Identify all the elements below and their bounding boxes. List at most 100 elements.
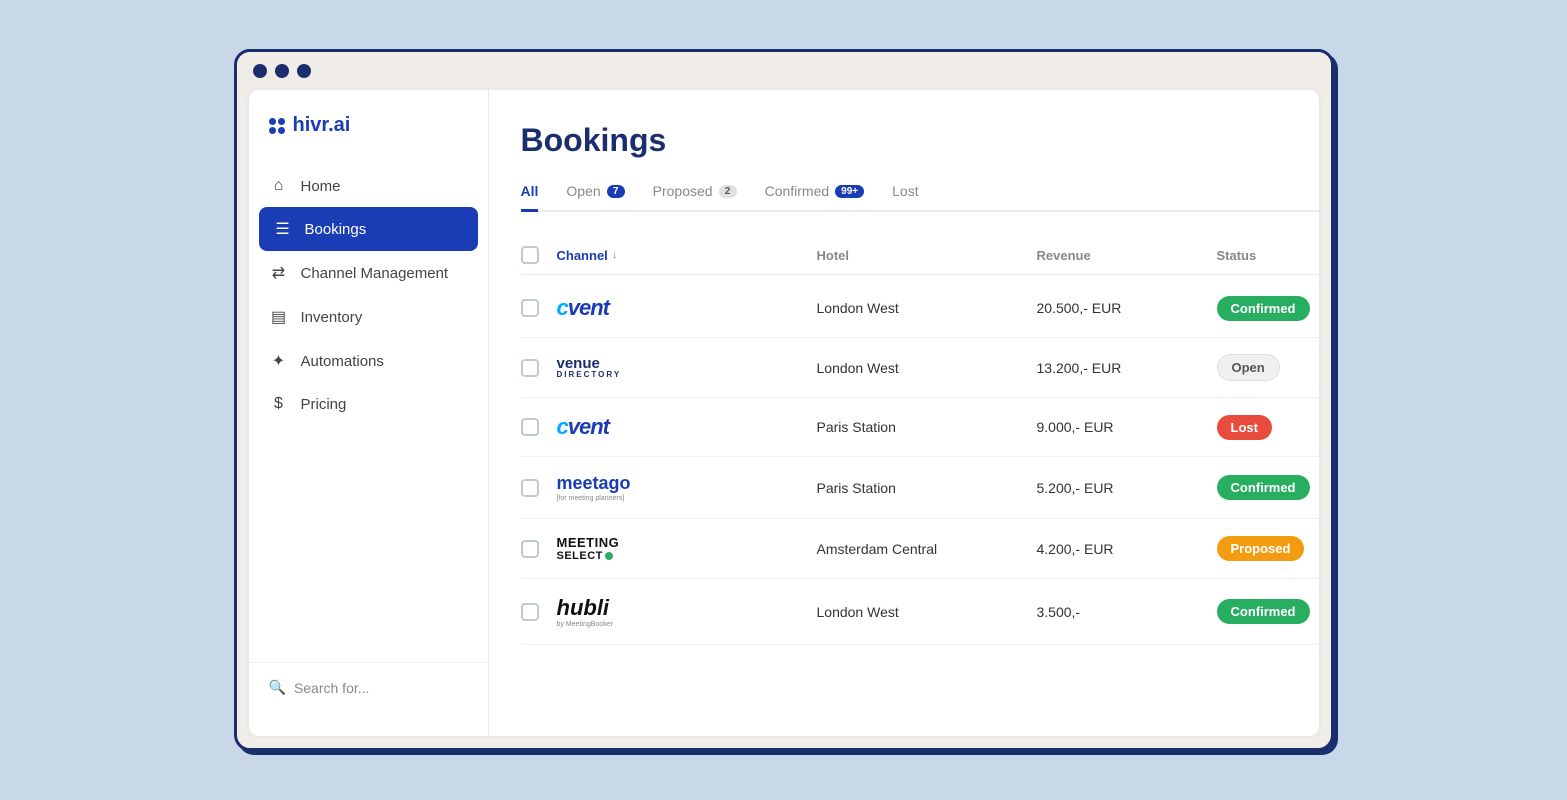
venue-directory-logo: venue DIRECTORY xyxy=(557,356,817,379)
bookings-table: Channel ↓ Hotel Revenue Status xyxy=(521,236,1321,645)
row-3-revenue: 9.000,- EUR xyxy=(1037,419,1217,435)
select-all-checkbox[interactable] xyxy=(521,246,539,264)
tab-all[interactable]: All xyxy=(521,183,539,212)
ms-dot xyxy=(605,552,613,560)
row-4-status: Confirmed xyxy=(1217,475,1321,500)
sidebar-item-home-label: Home xyxy=(301,178,341,195)
row-1-hotel: London West xyxy=(817,300,1037,316)
inventory-icon: ▤ xyxy=(269,307,289,327)
status-badge-proposed: Proposed xyxy=(1217,536,1305,561)
tab-all-label: All xyxy=(521,183,539,199)
tab-confirmed-label: Confirmed xyxy=(765,183,830,199)
cvent-logo-2: cvent xyxy=(557,414,610,439)
status-badge-confirmed: Confirmed xyxy=(1217,296,1310,321)
status-badge-lost: Lost xyxy=(1217,415,1272,440)
sidebar-item-pricing[interactable]: $ Pricing xyxy=(249,383,488,425)
browser-frame: hivr.ai ⌂ Home ☰ Bookings ⇄ Channel Mana… xyxy=(234,49,1334,751)
row-3-hotel: Paris Station xyxy=(817,419,1037,435)
row-5-revenue: 4.200,- EUR xyxy=(1037,541,1217,557)
row-3-channel: cvent xyxy=(557,414,817,440)
sidebar-item-inventory[interactable]: ▤ Inventory xyxy=(249,295,488,339)
row-5-status: Proposed xyxy=(1217,536,1321,561)
logo-text: hivr.ai xyxy=(293,114,351,137)
row-5-channel: MEETING SELECT xyxy=(557,535,817,562)
row-3-status: Lost xyxy=(1217,415,1321,440)
row-4-channel: meetago [for meeting planners] xyxy=(557,473,817,502)
table-header: Channel ↓ Hotel Revenue Status xyxy=(521,236,1321,275)
tab-open-label: Open xyxy=(566,183,600,199)
row-6-channel: hubli by MeetingBooker xyxy=(557,595,817,628)
sidebar-nav: ⌂ Home ☰ Bookings ⇄ Channel Management ▤… xyxy=(249,165,488,425)
table-row[interactable]: MEETING SELECT Amsterdam Central 4.200,-… xyxy=(521,519,1321,579)
row-2-hotel: London West xyxy=(817,360,1037,376)
tabs-bar: All Open 7 Proposed 2 Confirmed 99+ Lost xyxy=(521,183,1321,212)
sidebar-item-automations[interactable]: ✦ Automations xyxy=(249,339,488,383)
browser-dot-2 xyxy=(275,64,289,78)
sidebar-item-channel-label: Channel Management xyxy=(301,265,449,282)
tab-confirmed-badge: 99+ xyxy=(835,185,864,198)
tab-lost-label: Lost xyxy=(892,183,918,199)
table-row[interactable]: meetago [for meeting planners] Paris Sta… xyxy=(521,457,1321,519)
tab-proposed-badge: 2 xyxy=(719,185,737,198)
header-checkbox[interactable] xyxy=(521,246,557,264)
row-3-checkbox[interactable] xyxy=(521,418,557,436)
meetago-logo: meetago [for meeting planners] xyxy=(557,473,817,502)
header-revenue: Revenue xyxy=(1037,248,1217,263)
row-6-status: Confirmed xyxy=(1217,599,1321,624)
logo-icon xyxy=(269,118,285,134)
search-placeholder: Search for... xyxy=(294,680,369,696)
sidebar-item-pricing-label: Pricing xyxy=(301,396,347,413)
tab-proposed[interactable]: Proposed 2 xyxy=(653,183,737,212)
tab-proposed-label: Proposed xyxy=(653,183,713,199)
row-1-status: Confirmed xyxy=(1217,296,1321,321)
logo: hivr.ai xyxy=(249,114,488,165)
row-6-checkbox[interactable] xyxy=(521,603,557,621)
row-6-revenue: 3.500,- xyxy=(1037,604,1217,620)
table-row[interactable]: cvent Paris Station 9.000,- EUR Lost ··· xyxy=(521,398,1321,457)
home-icon: ⌂ xyxy=(269,177,289,195)
browser-dot-1 xyxy=(253,64,267,78)
row-1-checkbox[interactable] xyxy=(521,299,557,317)
pricing-icon: $ xyxy=(269,395,289,413)
header-channel[interactable]: Channel ↓ xyxy=(557,248,817,263)
tab-open-badge: 7 xyxy=(607,185,625,198)
sidebar-item-bookings-label: Bookings xyxy=(305,221,367,238)
row-5-hotel: Amsterdam Central xyxy=(817,541,1037,557)
browser-titlebar xyxy=(237,52,1331,78)
table-row[interactable]: hubli by MeetingBooker London West 3.500… xyxy=(521,579,1321,645)
tab-open[interactable]: Open 7 xyxy=(566,183,624,212)
page-title: Bookings xyxy=(521,122,1321,159)
automations-icon: ✦ xyxy=(269,351,289,371)
sidebar-item-channel-management[interactable]: ⇄ Channel Management xyxy=(249,251,488,295)
row-2-checkbox[interactable] xyxy=(521,359,557,377)
row-4-checkbox[interactable] xyxy=(521,479,557,497)
status-badge-confirmed-3: Confirmed xyxy=(1217,599,1310,624)
status-badge-confirmed-2: Confirmed xyxy=(1217,475,1310,500)
row-2-status: Open xyxy=(1217,354,1321,381)
row-2-channel: venue DIRECTORY xyxy=(557,356,817,379)
sidebar-search[interactable]: 🔍 Search for... xyxy=(249,662,488,712)
main-content: Bookings All Open 7 Proposed 2 Confirmed… xyxy=(489,90,1321,736)
status-badge-open: Open xyxy=(1217,354,1280,381)
row-4-revenue: 5.200,- EUR xyxy=(1037,480,1217,496)
sidebar-item-home[interactable]: ⌂ Home xyxy=(249,165,488,207)
row-1-channel: cvent xyxy=(557,295,817,321)
sidebar-item-inventory-label: Inventory xyxy=(301,309,363,326)
browser-dot-3 xyxy=(297,64,311,78)
table-row[interactable]: cvent London West 20.500,- EUR Confirmed… xyxy=(521,279,1321,338)
tab-lost[interactable]: Lost xyxy=(892,183,918,212)
header-status: Status xyxy=(1217,248,1321,263)
cvent-logo-1: cvent xyxy=(557,295,610,320)
bookings-icon: ☰ xyxy=(273,219,293,239)
sidebar: hivr.ai ⌂ Home ☰ Bookings ⇄ Channel Mana… xyxy=(249,90,489,736)
browser-body: hivr.ai ⌂ Home ☰ Bookings ⇄ Channel Mana… xyxy=(247,88,1321,738)
table-row[interactable]: venue DIRECTORY London West 13.200,- EUR… xyxy=(521,338,1321,398)
meeting-select-logo: MEETING SELECT xyxy=(557,535,817,562)
tab-confirmed[interactable]: Confirmed 99+ xyxy=(765,183,865,212)
sidebar-item-automations-label: Automations xyxy=(301,353,384,370)
row-4-hotel: Paris Station xyxy=(817,480,1037,496)
row-6-hotel: London West xyxy=(817,604,1037,620)
sidebar-item-bookings[interactable]: ☰ Bookings xyxy=(259,207,478,251)
row-2-revenue: 13.200,- EUR xyxy=(1037,360,1217,376)
row-5-checkbox[interactable] xyxy=(521,540,557,558)
